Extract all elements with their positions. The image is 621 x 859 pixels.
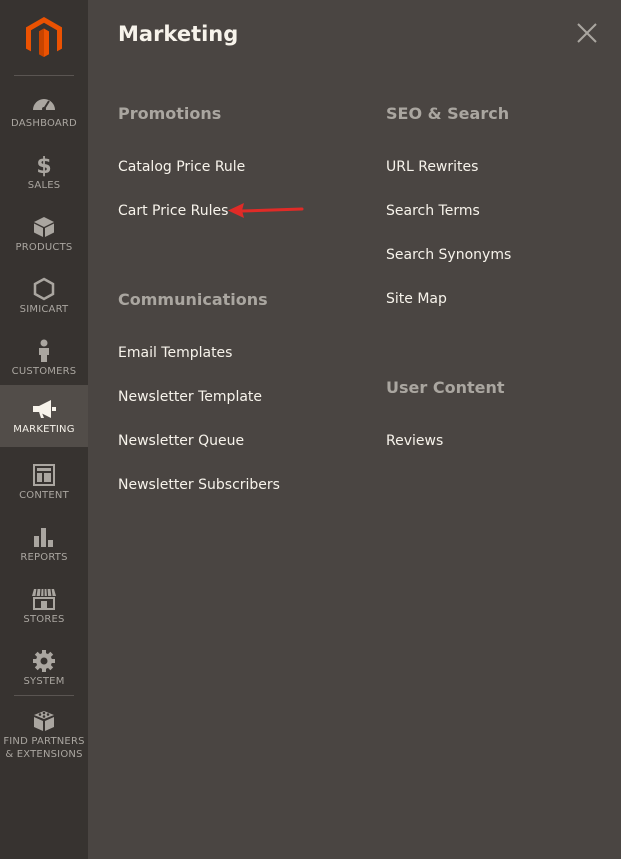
section-heading-seo-search: SEO & Search (386, 104, 510, 123)
nav-content[interactable]: CONTENT (0, 457, 88, 519)
nav-reports[interactable]: REPORTS (0, 519, 88, 581)
logo-divider (14, 75, 74, 76)
link-search-terms[interactable]: Search Terms (386, 201, 480, 221)
storefront-icon (31, 587, 57, 611)
link-newsletter-queue[interactable]: Newsletter Queue (118, 431, 244, 451)
magento-logo[interactable] (0, 0, 88, 75)
dollar-icon: $ (34, 153, 54, 177)
nav-label: CUSTOMERS (11, 366, 77, 377)
bar-chart-icon (33, 525, 55, 549)
nav-label: DASHBOARD (11, 118, 77, 129)
link-newsletter-template[interactable]: Newsletter Template (118, 387, 262, 407)
link-cart-price-rules[interactable]: Cart Price Rules (118, 201, 228, 221)
nav-label: SALES (27, 180, 61, 191)
person-icon (37, 339, 51, 363)
nav-label: STORES (23, 614, 65, 625)
section-heading-promotions: Promotions (118, 104, 222, 123)
nav-sales[interactable]: $ SALES (0, 147, 88, 209)
blocks-icon (32, 709, 56, 733)
hexagon-icon (33, 277, 55, 301)
nav-stores[interactable]: STORES (0, 581, 88, 643)
layout-icon (33, 463, 55, 487)
link-url-rewrites[interactable]: URL Rewrites (386, 157, 478, 177)
red-arrow-annotation-icon (228, 203, 304, 218)
gear-icon (32, 649, 56, 673)
nav-label: REPORTS (20, 552, 68, 563)
dashboard-gauge-icon (32, 91, 56, 115)
link-catalog-price-rule[interactable]: Catalog Price Rule (118, 157, 245, 177)
nav-dashboard[interactable]: DASHBOARD (0, 85, 88, 147)
section-heading-user-content: User Content (386, 378, 505, 397)
nav-label: CONTENT (19, 490, 69, 501)
nav-label: MARKETING (13, 424, 75, 435)
nav-label-line2: & EXTENSIONS (5, 749, 83, 760)
nav-label: SIMICART (19, 304, 69, 315)
nav-label: PRODUCTS (15, 242, 73, 253)
link-reviews[interactable]: Reviews (386, 431, 443, 451)
nav-label: SYSTEM (23, 676, 65, 687)
section-heading-communications: Communications (118, 290, 268, 309)
megaphone-icon (31, 397, 57, 421)
close-icon (577, 23, 597, 43)
magento-logo-icon (26, 16, 62, 57)
nav-divider (14, 695, 74, 696)
close-button[interactable] (576, 22, 598, 44)
link-newsletter-subscribers[interactable]: Newsletter Subscribers (118, 475, 280, 495)
svg-text:$: $ (36, 154, 51, 177)
link-search-synonyms[interactable]: Search Synonyms (386, 245, 511, 265)
nav-find-partners[interactable]: FIND PARTNERS & EXTENSIONS (0, 703, 88, 773)
box-icon (33, 215, 55, 239)
admin-sidebar: DASHBOARD $ SALES PRODUCTS SIMICART CUST… (0, 0, 88, 859)
nav-label-line1: FIND PARTNERS (3, 736, 85, 747)
nav-products[interactable]: PRODUCTS (0, 209, 88, 271)
panel-title: Marketing (118, 22, 239, 46)
link-site-map[interactable]: Site Map (386, 289, 447, 309)
nav-simicart[interactable]: SIMICART (0, 271, 88, 333)
nav-marketing[interactable]: MARKETING (0, 385, 88, 447)
link-email-templates[interactable]: Email Templates (118, 343, 232, 363)
